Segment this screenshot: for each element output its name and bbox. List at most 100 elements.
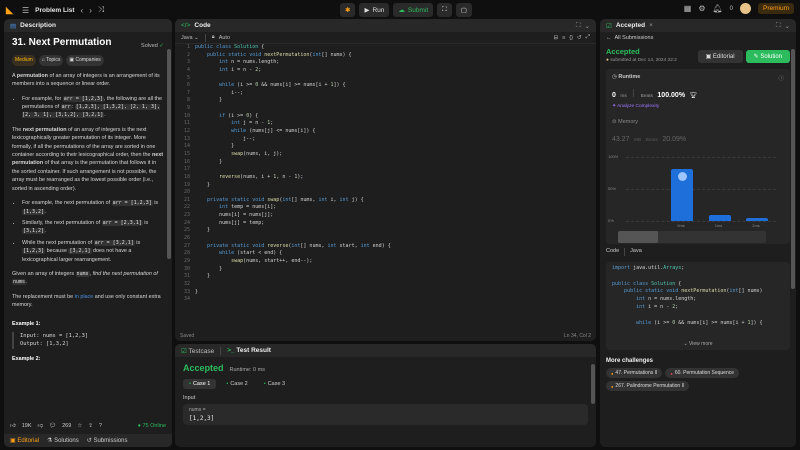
like-icon[interactable]: 👍︎ [10,423,16,429]
braces-icon[interactable]: {} [569,35,573,41]
layout-icon[interactable]: ▦ [684,4,692,13]
memory-label[interactable]: ⊜ Memory [612,119,784,125]
chart-range-handle[interactable] [618,231,658,243]
tab-accepted[interactable]: Accepted [616,22,645,29]
code-line: 5 [175,75,596,83]
collapse-icon[interactable]: ⌄ [585,22,590,30]
test-result-tab[interactable]: >_ Test Result [227,347,271,354]
code-line: 32 [175,281,596,289]
code-line: 2 public static void nextPermutation(int… [175,52,596,60]
analyze-complexity-link[interactable]: ✦ Analyze Complexity [612,104,784,109]
fullscreen-icon[interactable]: ⤢ [586,34,590,41]
like-count: 19K [21,423,32,429]
chart-bar[interactable] [746,218,769,221]
submission-scrollbar[interactable] [791,49,795,289]
tab-description[interactable]: Description [20,22,56,29]
inline-code: [1,2,3] [22,248,46,255]
code-line: 19 } [175,182,596,190]
code-text: i--; [195,89,244,96]
avatar[interactable] [739,3,751,14]
tab-editorial[interactable]: ▣ Editorial [10,437,39,444]
maximize-icon[interactable]: ⛶ [776,22,781,30]
paragraph: Given an array of integers nums, find th… [12,270,158,286]
testcase-tab[interactable]: ☑ Testcase [181,347,214,355]
submit-button[interactable]: ☁ Submit [393,3,434,17]
code-text: public class Solution { [612,280,682,287]
whiteboard-button[interactable]: ⛶ [437,3,452,17]
cursor-position: Ln 34, Col 2 [564,333,591,339]
beats-label: Beats [640,94,653,99]
share-icon[interactable]: ⇪ [88,423,93,429]
submission-header: ☑ Accepted × ⛶ ⌄ [600,19,796,32]
description-icon: ▤ [10,22,17,30]
challenge-chip[interactable]: ● 267. Palindrome Permutation II [606,381,690,391]
companies-tag[interactable]: ▣ Companies [66,55,104,66]
challenge-label: 267. Palindrome Permutation II [615,383,685,389]
x-tick-label: 2ms [752,223,760,228]
note-icon: ▢ [460,7,467,14]
line-number: 33 [183,288,190,295]
challenge-chip[interactable]: ● 47. Permutations II [606,368,663,378]
code-text: while (i >= 0 && nums[i] >= nums[i + 1])… [636,319,763,326]
premium-button[interactable]: Premium [757,3,794,14]
debug-button[interactable]: ✱ [340,3,356,17]
line-number: 18 [183,173,190,180]
topics-tag[interactable]: ⌂ Topics [38,55,64,66]
solution-label: Solution [760,54,782,60]
notifications-icon[interactable]: 🔔︎ [712,4,722,13]
reset-icon[interactable]: ↺ [577,35,582,41]
in-place-link[interactable]: in place [75,294,94,300]
next-problem-icon[interactable]: › [89,6,92,15]
tab-code[interactable]: Code [194,22,210,29]
maximize-icon[interactable]: ⛶ [576,22,581,30]
runtime-label: ◷ Runtime ⓘ [612,74,784,82]
case-1-tab[interactable]: • Case 1 [183,379,217,389]
run-button[interactable]: ▶ Run [359,3,390,17]
tab-solutions[interactable]: ⚗ Solutions [47,437,79,444]
inline-code: arr = [1,2,3] [111,200,153,207]
companies-label: Companies [75,57,101,64]
info-icon[interactable]: ⓘ [778,74,784,82]
line-number: 23 [183,212,190,219]
challenge-chip[interactable]: ● 60. Permutation Sequence [665,368,740,378]
shuffle-icon[interactable]: ⤨ [98,5,104,15]
leetcode-logo-icon[interactable]: ◣ [6,5,16,15]
description-scrollbar[interactable] [167,49,171,259]
format-icon[interactable]: ≡ [562,35,565,41]
case-2-tab[interactable]: • Case 2 [220,379,253,389]
comment-icon[interactable]: 💬︎ [49,423,56,429]
chart-bar[interactable] [708,215,731,221]
problem-list-link[interactable]: Problem List [35,7,74,14]
close-icon[interactable]: × [649,22,653,29]
line-number: 9 [186,105,190,112]
code-line [608,273,788,281]
case-label: Case 3 [267,381,286,387]
code-editor[interactable]: 1 public class Solution {2 public static … [175,44,596,329]
text: The replacement must be [12,293,75,300]
code-text: public class Solution { [195,44,265,50]
all-submissions-link[interactable]: ← All Submissions [600,32,796,43]
editorial-button[interactable]: ▣ Editorial [697,50,743,63]
result-scrollbar[interactable] [591,364,595,404]
prev-problem-icon[interactable]: ‹ [81,6,84,15]
line-number: 25 [183,227,190,234]
case-3-tab[interactable]: • Case 3 [258,379,291,389]
code-text: while (nums[j] <= nums[i]) { [231,128,316,135]
collapse-icon[interactable]: ⌄ [785,22,790,30]
bookmark-icon[interactable]: ⊟ [553,35,558,41]
list-icon[interactable]: ☰ [22,6,29,15]
code-toolbar: Java ⌄ 🔒︎ Auto ⊟ ≡ {} ↺ ⤢ [175,32,596,44]
code-panel: </> Code ⛶ ⌄ Java ⌄ 🔒︎ Auto ⊟ ≡ {} ↺ ⤢ 1… [175,19,596,341]
tab-submissions[interactable]: ↺ Submissions [87,437,128,444]
solution-button[interactable]: ✎ Solution [745,50,790,63]
code-footer: Saved Ln 34, Col 2 [175,331,596,341]
line-number: 27 [183,242,190,249]
view-more-button[interactable]: ⌄ View more [606,341,790,347]
language-select[interactable]: Java ⌄ [181,35,199,41]
settings-icon[interactable]: ⚙ [698,4,705,13]
help-icon[interactable]: ? [99,423,102,429]
notes-button[interactable]: ▢ [455,3,472,17]
star-icon[interactable]: ☆ [77,423,82,429]
dislike-icon[interactable]: 👎︎ [38,423,44,429]
